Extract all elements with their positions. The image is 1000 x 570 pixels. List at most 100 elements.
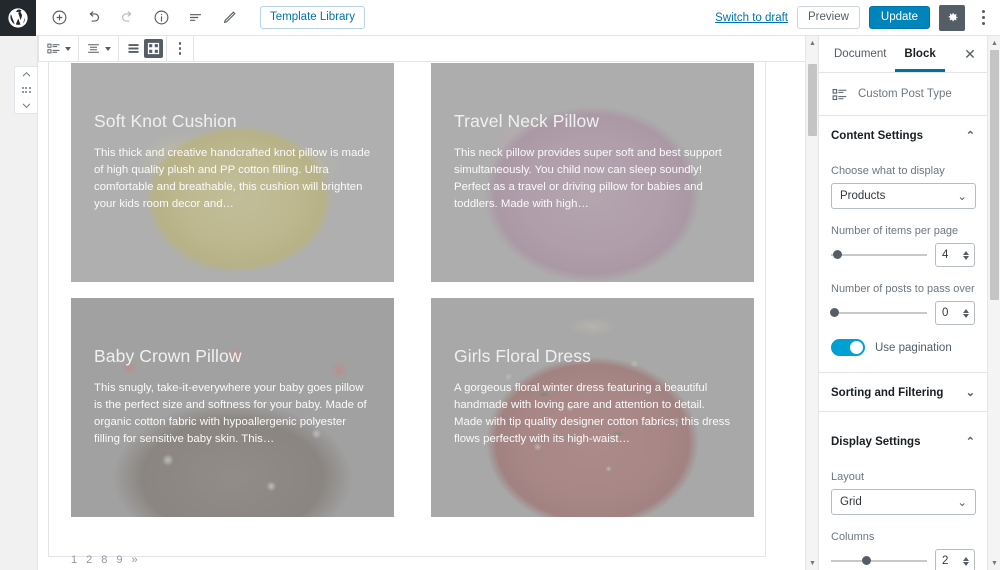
use-pagination-row: Use pagination	[831, 339, 975, 356]
slider-track	[831, 254, 927, 256]
block-navigation-button[interactable]	[182, 5, 208, 31]
stepper-arrows[interactable]	[961, 556, 974, 566]
content-info-button[interactable]	[148, 5, 174, 31]
layout-view-group	[119, 36, 167, 61]
posts-pass-over-slider[interactable]	[829, 303, 927, 323]
columns-stepper[interactable]: 2	[935, 549, 975, 570]
custom-post-type-icon[interactable]	[42, 37, 64, 61]
columns-label: Columns	[831, 531, 875, 543]
page-link[interactable]: 8	[101, 554, 107, 566]
ellipsis-vertical-icon[interactable]	[974, 5, 992, 31]
ellipsis-vertical-icon[interactable]	[170, 42, 190, 55]
slider-track	[831, 560, 927, 562]
chevron-up-icon[interactable]: ⌃	[966, 129, 975, 142]
posts-pass-over-label: Number of posts to pass over	[831, 283, 975, 295]
page-link[interactable]: »	[132, 554, 138, 566]
panel-title: Content Settings	[831, 129, 923, 142]
panel-title: Sorting and Filtering	[831, 386, 944, 399]
pagination[interactable]: 1 2 8 9 »	[71, 554, 138, 566]
posts-pass-over-stepper[interactable]: 0	[935, 301, 975, 325]
block-more-group	[167, 36, 193, 61]
preview-button[interactable]: Preview	[797, 5, 860, 30]
editor-canvas: Soft Knot Cushion This thick and creativ…	[38, 62, 805, 570]
use-pagination-label: Use pagination	[875, 341, 952, 354]
chevron-down-icon[interactable]	[105, 46, 111, 51]
page-link[interactable]: 9	[116, 554, 122, 566]
chevron-up-icon[interactable]	[21, 70, 32, 79]
chevron-down-icon: ⌄	[957, 191, 967, 203]
list-layout-icon[interactable]	[122, 37, 144, 61]
block-settings-sidebar: Document Block ✕ Custom Post Type Conten…	[818, 36, 987, 570]
stepper-arrows[interactable]	[961, 250, 974, 260]
layout-label: Layout	[831, 471, 865, 483]
layout-select[interactable]: Grid ⌄	[831, 489, 976, 515]
block-type-group	[39, 36, 79, 61]
slider-knob[interactable]	[861, 556, 871, 565]
product-card[interactable]: Girls Floral Dress A gorgeous floral win…	[431, 298, 754, 517]
editor-left-rail	[0, 36, 38, 570]
chevron-down-icon[interactable]	[21, 101, 32, 110]
scroll-up-arrow-icon[interactable]: ▲	[988, 36, 1000, 50]
product-card[interactable]: Soft Knot Cushion This thick and creativ…	[71, 63, 394, 282]
drag-handle-icon[interactable]	[21, 87, 31, 93]
scrollbar-thumb[interactable]	[990, 50, 999, 300]
items-per-page-stepper[interactable]: 4	[935, 243, 975, 267]
switch-to-draft-link[interactable]: Switch to draft	[715, 12, 788, 24]
card-excerpt: This thick and creative handcrafted knot…	[94, 147, 371, 210]
items-per-page-control: 4	[831, 243, 975, 267]
choose-display-value: Products	[840, 190, 886, 202]
pencil-icon[interactable]	[216, 5, 242, 31]
layout-value: Grid	[840, 496, 862, 508]
stepper-arrows[interactable]	[961, 308, 974, 318]
align-center-icon[interactable]	[82, 37, 104, 61]
grid-layout-icon[interactable]	[144, 39, 163, 58]
gear-icon[interactable]	[939, 4, 965, 31]
block-type-label: Custom Post Type	[858, 88, 952, 100]
close-icon[interactable]: ✕	[959, 43, 981, 65]
selected-block-frame[interactable]: Soft Knot Cushion This thick and creativ…	[48, 62, 766, 566]
custom-post-type-icon	[832, 88, 847, 100]
add-block-button[interactable]	[46, 5, 72, 31]
wordpress-logo-icon[interactable]	[0, 0, 36, 36]
template-library-button[interactable]: Template Library	[260, 5, 366, 30]
items-per-page-slider[interactable]	[831, 245, 927, 265]
product-card[interactable]: Travel Neck Pillow This neck pillow prov…	[431, 63, 754, 282]
panel-content-settings-header[interactable]: Content Settings ⌃	[819, 116, 987, 154]
product-card[interactable]: Baby Crown Pillow This snugly, take-it-e…	[71, 298, 394, 517]
tab-block[interactable]: Block	[895, 36, 944, 72]
panel-display-settings-header[interactable]: Display Settings ⌃	[819, 422, 987, 460]
page-link[interactable]: 2	[86, 554, 92, 566]
chevron-down-icon[interactable]: ⌄	[966, 386, 975, 399]
chevron-down-icon[interactable]	[65, 46, 71, 51]
sidebar-tabs: Document Block ✕	[819, 36, 987, 73]
columns-control: 2	[831, 549, 975, 570]
choose-display-select[interactable]: Products ⌄	[831, 183, 976, 209]
card-title: Travel Neck Pillow	[454, 111, 600, 131]
columns-value: 2	[942, 555, 949, 567]
scroll-down-arrow-icon[interactable]: ▼	[988, 556, 1000, 570]
sidebar-scrollbar[interactable]: ▲ ▼	[987, 36, 1000, 570]
panel-display-settings-body: Layout Grid ⌄ Columns 2 Spacing Medium ⌄	[819, 460, 987, 570]
sidebar-block-type: Custom Post Type	[819, 73, 987, 116]
page-link[interactable]: 1	[71, 554, 77, 566]
slider-track	[831, 312, 927, 314]
card-body: Baby Crown Pillow This snugly, take-it-e…	[94, 346, 374, 448]
panel-gap	[819, 412, 987, 422]
scrollbar-thumb[interactable]	[808, 64, 817, 136]
block-mover[interactable]	[14, 66, 38, 114]
canvas-scrollbar[interactable]: ▲ ▼	[805, 36, 818, 570]
card-title: Girls Floral Dress	[454, 346, 591, 366]
chevron-up-icon[interactable]: ⌃	[966, 435, 975, 448]
update-button[interactable]: Update	[868, 5, 930, 30]
posts-pass-over-value: 0	[942, 307, 949, 319]
redo-button[interactable]	[114, 5, 140, 31]
items-per-page-value: 4	[942, 249, 949, 261]
panel-sorting-filtering-header[interactable]: Sorting and Filtering ⌄	[819, 373, 987, 412]
slider-knob[interactable]	[832, 250, 842, 259]
slider-knob[interactable]	[829, 308, 839, 317]
use-pagination-toggle[interactable]	[831, 339, 865, 356]
card-body: Girls Floral Dress A gorgeous floral win…	[454, 346, 734, 448]
columns-slider[interactable]	[831, 551, 927, 570]
undo-button[interactable]	[80, 5, 106, 31]
tab-document[interactable]: Document	[825, 36, 895, 72]
